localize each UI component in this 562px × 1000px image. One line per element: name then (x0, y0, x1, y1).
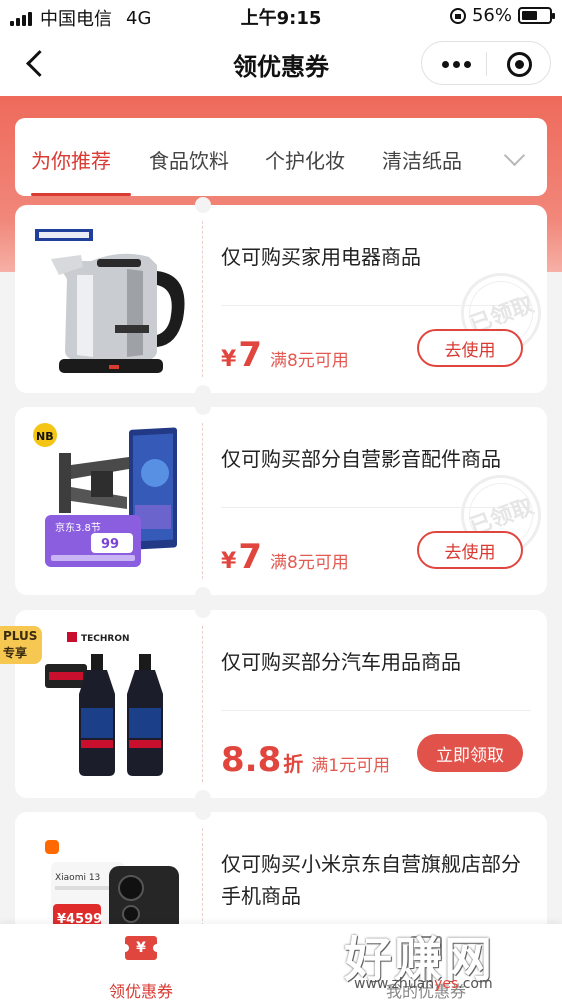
coupon-card: NB 京东3.8节 99 仅可购买部分自营影音配件商品 ¥ 7 满8元可用 已领… (15, 399, 553, 603)
tab-personal-care[interactable]: 个护化妆 (265, 145, 345, 174)
coupon-condition: 满8元可用 (269, 553, 349, 573)
bottom-tab-label: 领优惠券 (108, 982, 173, 1000)
coupon-card: 仅可购买家用电器商品 ¥ 7 满8元可用 已领取 去使用 (15, 197, 553, 401)
discount-amount: 8.8 (221, 740, 282, 780)
watermark-url: www.zhuanyes.com (354, 976, 493, 992)
currency-symbol: ¥ (221, 347, 237, 372)
brand-logo-text: NB (36, 430, 54, 443)
coupon-title: 仅可购买部分自营影音配件商品 (221, 447, 501, 471)
battery-percent: 56% (471, 5, 512, 26)
tv-wall-mount-image: NB 京东3.8节 99 (33, 423, 177, 567)
mini-program-capsule (421, 41, 551, 85)
active-tab-indicator (31, 193, 131, 196)
bottom-tab-get-coupons[interactable]: ¥ 领优惠券 (71, 936, 211, 1000)
currency-symbol: ¥ (221, 549, 237, 574)
tab-recommended[interactable]: 为你推荐 (31, 145, 111, 174)
claim-coupon-button[interactable]: 立即领取 (417, 734, 523, 772)
rotation-lock-icon (449, 7, 466, 24)
electric-kettle-image (35, 229, 185, 373)
close-mini-program-icon[interactable] (507, 52, 532, 77)
promo-price-text: 99 (101, 537, 119, 552)
category-tabs: 为你推荐 食品饮料 个护化妆 清洁纸品 (15, 118, 547, 196)
coupon-title: 仅可购买部分汽车用品商品 (221, 650, 461, 674)
coupon-condition: 满8元可用 (269, 351, 349, 371)
promo-text: 京东3.8节 (55, 521, 101, 534)
chevron-down-icon[interactable] (503, 148, 525, 170)
status-bar: 中国电信 4G 上午9:15 56% (0, 0, 562, 30)
battery-icon (518, 7, 555, 24)
more-options-icon[interactable] (434, 50, 478, 78)
coupon-value: ¥ 7 满8元可用 (221, 537, 349, 577)
plus-exclusive-badge: PLUS 专享 (0, 626, 42, 664)
coupon-value: ¥ 7 满8元可用 (221, 335, 349, 375)
nav-bar: 领优惠券 (0, 30, 562, 96)
tab-cleaning-paper[interactable]: 清洁纸品 (382, 145, 462, 174)
coupon-condition: 满1元可用 (311, 756, 391, 776)
coupon-amount: 7 (238, 537, 262, 577)
coupon-amount: 7 (238, 335, 262, 375)
fuel-additive-image: TECHRON (45, 632, 163, 776)
coupon-card: TECHRON 仅可购买部分汽车用品商品 8.8 折 满1元可用 立即领取 (15, 602, 547, 806)
tab-food-drinks[interactable]: 食品饮料 (149, 145, 229, 174)
use-coupon-button[interactable]: 去使用 (417, 531, 523, 569)
site-watermark: 好赚网 www.zhuanyes.com (342, 920, 542, 1000)
ticket-icon: ¥ (121, 936, 161, 960)
use-coupon-button[interactable]: 去使用 (417, 329, 523, 367)
discount-unit: 折 (283, 752, 304, 776)
coupon-title: 仅可购买小米京东自营旗舰店部分手机商品 (221, 852, 521, 908)
brand-logo-text: TECHRON (81, 634, 130, 644)
back-arrow-icon[interactable] (20, 46, 54, 80)
phone-model-text: Xiaomi 13 (55, 873, 100, 883)
coupon-value: 8.8 折 满1元可用 (221, 740, 390, 780)
coupon-title: 仅可购买家用电器商品 (221, 245, 421, 269)
